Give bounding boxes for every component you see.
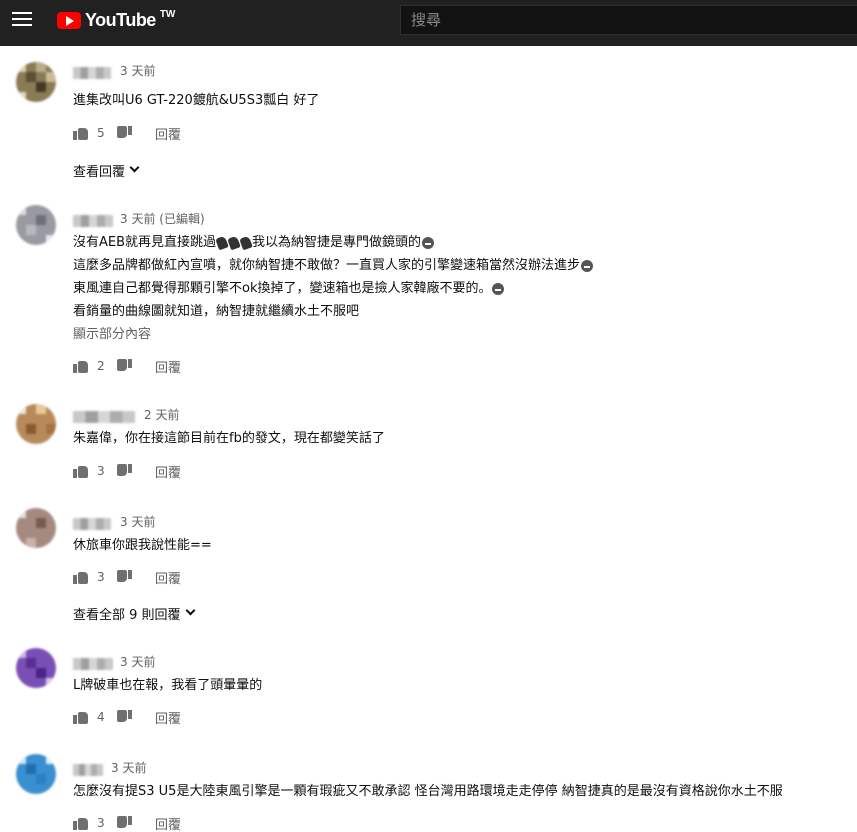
reply-button[interactable]: 回覆 (155, 708, 181, 727)
thumb-down-icon[interactable] (117, 359, 133, 373)
comment-text: 休旅車你跟我說性能== (73, 534, 212, 557)
reply-button[interactable]: 回覆 (155, 357, 181, 376)
comment-line: 沒有AEB就再見直接跳過 我以為納智捷是專門做鏡頭的 (73, 231, 594, 254)
show-more-button[interactable]: 顯示部分內容 (73, 323, 594, 346)
author-name[interactable] (73, 518, 111, 530)
comment-actions: 3 回覆 (73, 461, 181, 481)
view-all-replies-button[interactable]: 查看全部 9 則回覆 (73, 604, 195, 623)
avatar[interactable] (16, 62, 56, 102)
like-count: 5 (97, 126, 105, 140)
comment-line: 朱嘉偉，你在接這節目前在fb的發文，現在都變笑話了 (73, 431, 385, 446)
thumb-down-icon[interactable] (117, 570, 133, 584)
comment-actions: 2 回覆 (73, 356, 181, 376)
thumb-down-icon[interactable] (117, 464, 133, 478)
comment-actions: 4 回覆 (73, 707, 181, 727)
logo-region: TW (159, 8, 176, 20)
comment-text: 沒有AEB就再見直接跳過 我以為納智捷是專門做鏡頭的 這麼多品牌都做紅內宣噴，就你… (73, 231, 594, 346)
emoji-icon (492, 282, 505, 295)
thumb-up-icon[interactable] (73, 126, 89, 140)
like-count: 3 (97, 464, 105, 478)
clap-icon (239, 235, 253, 250)
chevron-down-icon (185, 605, 195, 616)
comment-actions: 3 回覆 (73, 813, 181, 832)
comment-line: 休旅車你跟我說性能== (73, 538, 212, 553)
comment-actions: 5 回覆 (73, 123, 181, 143)
like-count: 4 (97, 710, 105, 724)
search-box (400, 5, 857, 35)
comment-actions: 3 回覆 (73, 567, 181, 587)
thumb-down-icon[interactable] (117, 126, 133, 140)
comment-time[interactable]: 3 天前 (120, 653, 155, 670)
youtube-play-icon (57, 11, 81, 29)
avatar[interactable] (16, 754, 56, 794)
top-bar: YouTube TW (0, 0, 857, 46)
comment-line: 怎麼沒有提S3 U5是大陸東風引擎是一顆有瑕疵又不敢承認 怪台灣用路環境走走停停… (73, 784, 783, 799)
chevron-down-icon (129, 162, 140, 173)
view-replies-label: 查看全部 9 則回覆 (73, 608, 181, 623)
logo-text: YouTube (85, 9, 156, 30)
emoji-icon (581, 259, 594, 272)
thumb-up-icon[interactable] (73, 816, 89, 830)
clap-icon (227, 235, 241, 250)
search-input[interactable] (401, 6, 857, 34)
thumb-up-icon[interactable] (73, 464, 89, 478)
comment-line: 看銷量的曲線圖就知道，納智捷就繼續水土不服吧 (73, 304, 360, 319)
comment-time[interactable]: 3 天前 (120, 513, 155, 530)
comment-text: L牌破車也在報，我看了頭暈暈的 (73, 674, 262, 697)
comment-line: 進集改叫U6 GT-220鍍航&U5S3瓢白 好了 (73, 93, 320, 108)
thumb-up-icon[interactable] (73, 710, 89, 724)
author-name[interactable] (73, 215, 113, 227)
author-name[interactable] (73, 764, 103, 776)
comment-text: 怎麼沒有提S3 U5是大陸東風引擎是一顆有瑕疵又不敢承認 怪台灣用路環境走走停停… (73, 780, 783, 803)
thumb-down-icon[interactable] (117, 816, 133, 830)
comment-line: L牌破車也在報，我看了頭暈暈的 (73, 678, 263, 693)
view-replies-button[interactable]: 查看回覆 (73, 161, 140, 180)
reply-button[interactable]: 回覆 (155, 124, 181, 143)
emoji-icon (422, 236, 435, 249)
comment-text: 進集改叫U6 GT-220鍍航&U5S3瓢白 好了 (73, 89, 319, 112)
comment-line: 這麼多品牌都做紅內宣噴，就你納智捷不敢做？一直買人家的引擎變速箱當然沒辦法進步 (73, 254, 594, 277)
reply-button[interactable]: 回覆 (155, 814, 181, 832)
youtube-logo[interactable]: YouTube TW (57, 8, 176, 30)
comment-text: 朱嘉偉，你在接這節目前在fb的發文，現在都變笑話了 (73, 427, 385, 450)
comment-line: 東風連自己都覺得那顆引擎不ok換掉了，變速箱也是撿人家韓廠不要的。 (73, 277, 594, 300)
author-name[interactable] (73, 67, 111, 79)
comment-time[interactable]: 2 天前 (144, 406, 179, 423)
author-name[interactable] (73, 658, 113, 670)
avatar[interactable] (16, 205, 56, 245)
like-count: 2 (97, 359, 105, 373)
avatar[interactable] (16, 508, 56, 548)
reply-button[interactable]: 回覆 (155, 462, 181, 481)
hamburger-menu-icon[interactable] (12, 12, 32, 28)
thumb-up-icon[interactable] (73, 570, 89, 584)
author-name[interactable] (73, 411, 135, 423)
like-count: 3 (97, 570, 105, 584)
like-count: 3 (97, 816, 105, 830)
comment-time[interactable]: 3 天前 (120, 62, 155, 79)
thumb-down-icon[interactable] (117, 710, 133, 724)
avatar[interactable] (16, 404, 56, 444)
thumb-up-icon[interactable] (73, 359, 89, 373)
view-replies-label: 查看回覆 (73, 165, 126, 180)
reply-button[interactable]: 回覆 (155, 568, 181, 587)
comment-time[interactable]: 3 天前 (111, 759, 146, 776)
clap-icon (215, 235, 229, 250)
comment-time[interactable]: 3 天前 (已編輯) (120, 210, 205, 227)
avatar[interactable] (16, 648, 56, 688)
